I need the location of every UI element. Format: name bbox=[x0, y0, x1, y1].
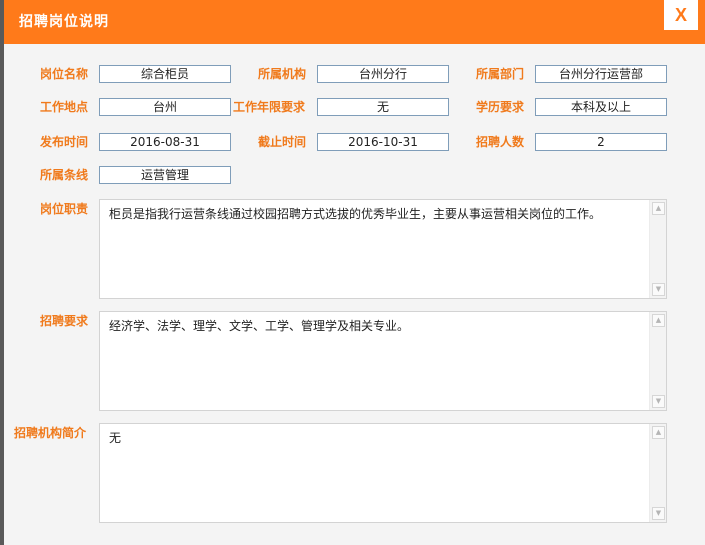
deadline-label: 截止时间 bbox=[258, 135, 307, 149]
post-name-label: 岗位名称 bbox=[40, 67, 89, 81]
org-intro-textarea[interactable]: 无 ▲ ▼ bbox=[99, 423, 667, 523]
duties-label: 岗位职责 bbox=[40, 202, 89, 216]
requirements-text: 经济学、法学、理学、文学、工学、管理学及相关专业。 bbox=[109, 319, 410, 333]
org-intro-label: 招聘机构简介 bbox=[14, 426, 87, 440]
requirements-scrollbar[interactable]: ▲ ▼ bbox=[649, 312, 666, 410]
education-field[interactable]: 本科及以上 bbox=[535, 98, 667, 116]
job-description-dialog: 招聘岗位说明 X 岗位名称 综合柜员 所属机构 台州分行 所属部门 台州分行运营… bbox=[4, 0, 705, 545]
org-intro-text: 无 bbox=[109, 431, 122, 445]
requirements-textarea[interactable]: 经济学、法学、理学、文学、工学、管理学及相关专业。 ▲ ▼ bbox=[99, 311, 667, 411]
department-field[interactable]: 台州分行运营部 bbox=[535, 65, 667, 83]
work-years-field[interactable]: 无 bbox=[317, 98, 449, 116]
deadline-field[interactable]: 2016-10-31 bbox=[317, 133, 449, 151]
institution-field[interactable]: 台州分行 bbox=[317, 65, 449, 83]
publish-date-label: 发布时间 bbox=[40, 135, 89, 149]
education-label: 学历要求 bbox=[476, 100, 525, 114]
dialog-title: 招聘岗位说明 bbox=[19, 14, 109, 30]
post-name-field[interactable]: 综合柜员 bbox=[99, 65, 231, 83]
scroll-down-icon[interactable]: ▼ bbox=[652, 395, 665, 408]
headcount-field[interactable]: 2 bbox=[535, 133, 667, 151]
requirements-label: 招聘要求 bbox=[40, 314, 89, 328]
department-label: 所属部门 bbox=[476, 67, 525, 81]
publish-date-field[interactable]: 2016-08-31 bbox=[99, 133, 231, 151]
work-location-field[interactable]: 台州 bbox=[99, 98, 231, 116]
headcount-label: 招聘人数 bbox=[476, 135, 525, 149]
close-button[interactable]: X bbox=[664, 0, 698, 30]
scroll-up-icon[interactable]: ▲ bbox=[652, 202, 665, 215]
business-line-label: 所属条线 bbox=[40, 168, 89, 182]
duties-scrollbar[interactable]: ▲ ▼ bbox=[649, 200, 666, 298]
business-line-field[interactable]: 运营管理 bbox=[99, 166, 231, 184]
scroll-up-icon[interactable]: ▲ bbox=[652, 426, 665, 439]
institution-label: 所属机构 bbox=[258, 67, 307, 81]
dialog-header: 招聘岗位说明 bbox=[4, 0, 705, 44]
work-location-label: 工作地点 bbox=[40, 100, 89, 114]
duties-textarea[interactable]: 柜员是指我行运营条线通过校园招聘方式选拔的优秀毕业生，主要从事运营相关岗位的工作… bbox=[99, 199, 667, 299]
duties-text: 柜员是指我行运营条线通过校园招聘方式选拔的优秀毕业生，主要从事运营相关岗位的工作… bbox=[109, 207, 602, 221]
org-intro-scrollbar[interactable]: ▲ ▼ bbox=[649, 424, 666, 522]
scroll-down-icon[interactable]: ▼ bbox=[652, 283, 665, 296]
scroll-up-icon[interactable]: ▲ bbox=[652, 314, 665, 327]
work-years-label: 工作年限要求 bbox=[233, 100, 306, 114]
scroll-down-icon[interactable]: ▼ bbox=[652, 507, 665, 520]
